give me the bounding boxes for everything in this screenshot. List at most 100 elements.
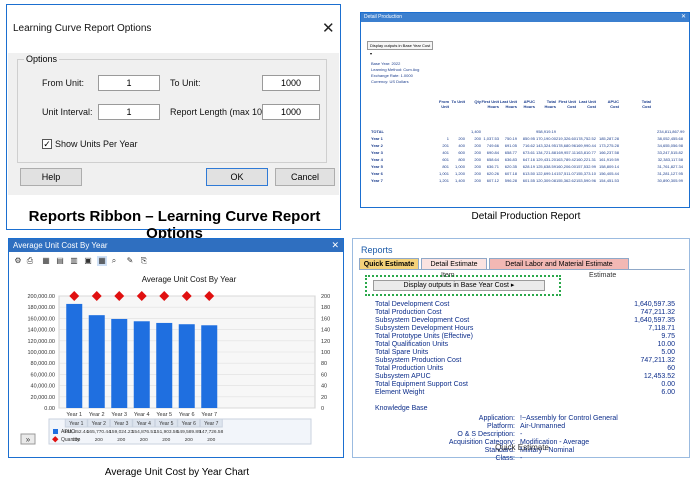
estimate-row: Subsystem Development Hours 7,118.71 [375, 325, 675, 333]
estimate-value: 1,640,597.35 [634, 317, 675, 324]
detail-row: Year 6 1,001 1,200 200 620.26 607.18 613.50 122… [371, 171, 683, 177]
estimate-row: Subsystem Development Cost 1,640,597.35 [375, 317, 675, 325]
table-col-header: Year 7 [204, 421, 218, 427]
detail-row: Year 1 1 200 200 1,037.53 750.19 850.95 170,190… [371, 136, 683, 142]
detail-cell: 154,451.53 [598, 178, 619, 183]
dialog-title: Learning Curve Report Options [13, 23, 152, 34]
unit-interval-field[interactable]: 1 [98, 104, 160, 120]
estimate-label: Total Prototype Units (Effective) [375, 333, 473, 340]
detail-cell: 958,919.19 [535, 129, 556, 134]
estimate-value: 60 [667, 365, 675, 372]
avg-unit-cost-panel: Average Unit Cost By Year ✕ ⚙ ⎙ ▦ ▤ ▥ ▣ … [8, 238, 344, 478]
detail-col-header: First Unit Cost [558, 99, 576, 109]
detail-row-label: Year 4 [371, 157, 383, 162]
detail-production-panel: Detail Production ✕ Display outputs in B… [360, 12, 690, 222]
display-base-year-button[interactable]: Display outputs in Base Year Cost ▸ [373, 280, 545, 291]
y2-tick-label: 0 [321, 406, 324, 412]
apuc-bar [133, 321, 150, 408]
detail-row-label: Year 3 [371, 150, 383, 155]
y-tick-label: 120,000.00 [27, 339, 55, 345]
detail-cell: 1,400 [470, 129, 481, 134]
detail-title: Detail Production [364, 14, 403, 20]
detail-row: Year 3 401 600 200 690.84 658.77 673.61 134,721… [371, 150, 683, 156]
estimate-value: 9.75 [661, 333, 675, 340]
estimate-header: Estimate [589, 272, 617, 279]
detail-row: Year 2 201 400 200 749.66 691.05 716.62 143,324… [371, 143, 683, 149]
estimate-row: Total Spare Units 5.00 [375, 349, 675, 357]
detail-col-header: APUC Hours [523, 99, 535, 109]
detail-col-header: Last Unit Cost [578, 99, 596, 109]
apuc-bar [178, 324, 195, 408]
y2-tick-label: 40 [321, 384, 327, 390]
detail-col-header: Last Unit Hours [499, 99, 517, 109]
close-icon[interactable]: ✕ [681, 13, 686, 22]
kb-value: Air-Unmanned [520, 423, 566, 430]
table-col-header: Year 6 [182, 421, 196, 427]
dialog-body: Options From Unit: 1 To Unit: 1000 Unit … [8, 53, 339, 195]
detail-cell: 34,655,056.98 [657, 143, 683, 148]
y-tick-label: 80,000.00 [31, 361, 55, 367]
apuc-legend-swatch [53, 429, 58, 434]
detail-col-header: APUC Cost [607, 99, 619, 109]
detail-row-label: TOTAL [371, 129, 384, 134]
y-tick-label: 160,000.00 [27, 316, 55, 322]
quick-estimate-footer: Quick Estimate [495, 443, 549, 452]
detail-cell: 32,383,117.58 [657, 157, 683, 162]
apuc-cell: 147,726.58 [199, 429, 223, 435]
to-unit-label: To Unit: [170, 78, 201, 88]
help-button[interactable]: Help [20, 168, 82, 186]
detail-cell: 185,287.28 [598, 136, 619, 141]
meta-line: Exchange Rate: 1.0000 [371, 73, 413, 78]
x-tick-label: Year 7 [201, 412, 217, 418]
estimate-row: Total Equipment Support Cost 0.00 [375, 381, 675, 389]
knowledge-base-title: Knowledge Base [375, 405, 428, 412]
tab-divider [359, 269, 685, 270]
ok-button[interactable]: OK [206, 168, 268, 186]
kb-key: Platform: [486, 423, 515, 430]
meta-line: Learning Method: Cum Avg [371, 67, 420, 72]
cancel-button[interactable]: Cancel [275, 168, 335, 186]
meta-line: Base Year: 2022 [371, 61, 401, 66]
detail-row: Year 5 801 1,000 200 636.71 620.35 628.19 125,6… [371, 164, 683, 170]
to-unit-field[interactable]: 1000 [262, 75, 320, 91]
y2-tick-label: 160 [321, 316, 330, 322]
detail-row-label: Year 1 [371, 136, 383, 141]
estimate-value: 10.00 [657, 341, 675, 348]
detail-titlebar: Detail Production [361, 13, 689, 22]
meta-line: Currency: US Dollars [371, 79, 409, 84]
detail-col-header: Total Hours [544, 99, 556, 109]
show-units-checkbox[interactable]: ✓ [42, 139, 52, 149]
estimate-row: Total Qualification Units 10.00 [375, 341, 675, 349]
quantity-cell: 200 [95, 437, 103, 443]
quantity-cell: 200 [207, 437, 215, 443]
kb-row: Class: - [375, 455, 675, 463]
detail-row-label: Year 5 [371, 164, 383, 169]
report-length-field[interactable]: 1000 [262, 104, 320, 120]
x-tick-label: Year 5 [156, 412, 172, 418]
table-col-header: Year 3 [114, 421, 128, 427]
x-tick-label: Year 4 [134, 412, 150, 418]
apuc-bar [156, 322, 173, 408]
close-icon[interactable]: ✕ [322, 19, 335, 37]
estimate-row: Total Production Units 60 [375, 365, 675, 373]
output-mode-dropdown[interactable]: Display outputs in Base Year Cost ▾ [367, 41, 433, 56]
estimate-label: Subsystem APUC [375, 373, 431, 380]
quantity-cell: 200 [162, 437, 170, 443]
detail-col-header: Total Cost [641, 99, 651, 109]
estimate-label: Total Production Units [375, 365, 444, 372]
y-tick-label: 180,000.00 [27, 305, 55, 311]
kb-key: Class: [495, 455, 515, 462]
y2-tick-label: 80 [321, 361, 327, 367]
estimate-label: Element Weight [375, 389, 425, 396]
detail-cell: 156,405.44 [598, 171, 619, 176]
y2-tick-label: 200 [321, 294, 330, 300]
estimate-value: 747,211.32 [640, 357, 675, 364]
estimate-label: Subsystem Production Cost [375, 357, 462, 364]
x-tick-label: Year 1 [66, 412, 82, 418]
detail-row-label: Year 6 [371, 171, 383, 176]
y2-tick-label: 100 [321, 350, 330, 356]
table-col-header: Year 5 [159, 421, 173, 427]
y2-tick-label: 20 [321, 395, 327, 401]
detail-cell: 173,275.28 [598, 143, 619, 148]
from-unit-field[interactable]: 1 [98, 75, 160, 91]
